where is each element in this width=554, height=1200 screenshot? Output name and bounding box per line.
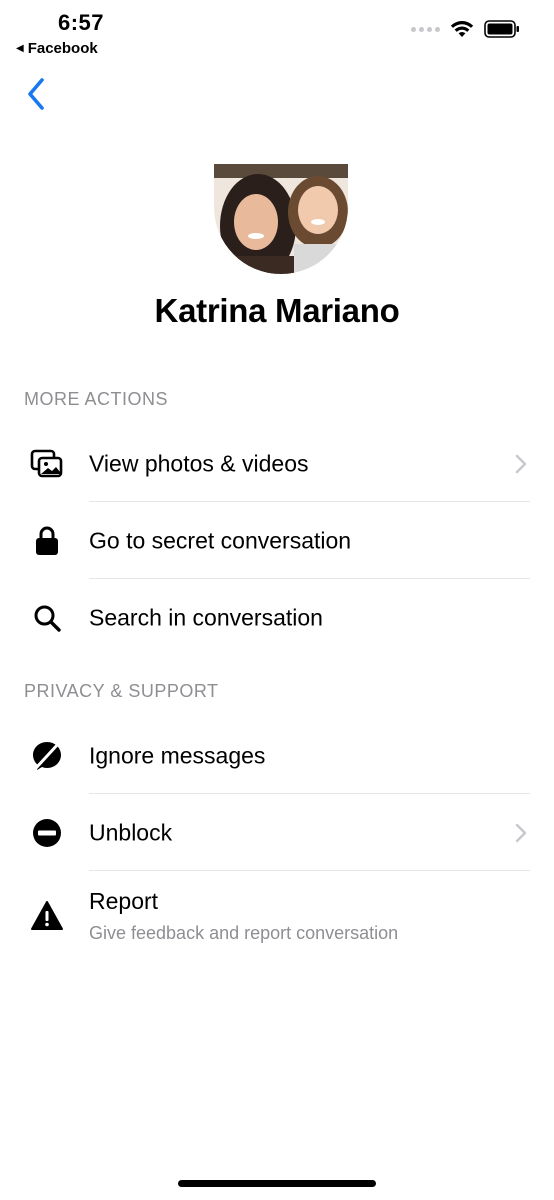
divider <box>89 501 530 502</box>
lock-icon <box>30 524 64 558</box>
chevron-left-icon <box>28 78 44 110</box>
section-header-privacy-support: PRIVACY & SUPPORT <box>24 681 219 701</box>
back-app-label: Facebook <box>27 40 98 57</box>
secret-conversation-label: Go to secret conversation <box>89 527 352 554</box>
secret-conversation-row[interactable]: Go to secret conversation <box>0 503 554 579</box>
report-label: Report <box>89 888 159 914</box>
divider <box>89 870 530 871</box>
ignore-icon <box>30 739 64 773</box>
back-button[interactable] <box>24 74 54 114</box>
search-conversation-row[interactable]: Search in conversation <box>0 580 554 656</box>
search-conversation-label: Search in conversation <box>89 604 323 631</box>
divider <box>89 793 530 794</box>
back-triangle-icon: ◀ <box>16 43 24 54</box>
section-header-more-actions: MORE ACTIONS <box>24 389 169 409</box>
view-photos-videos-label: View photos & videos <box>89 450 309 477</box>
status-icons <box>411 20 520 38</box>
home-indicator[interactable] <box>178 1180 376 1187</box>
search-icon <box>30 601 64 635</box>
warning-icon <box>30 899 64 933</box>
view-photos-videos-row[interactable]: View photos & videos <box>0 426 554 502</box>
report-sublabel: Give feedback and report conversation <box>89 923 399 943</box>
ignore-messages-label: Ignore messages <box>89 742 266 769</box>
unblock-label: Unblock <box>89 819 173 846</box>
back-to-app-link[interactable]: ◀ Facebook <box>16 40 98 57</box>
divider <box>89 578 530 579</box>
battery-icon <box>484 20 519 38</box>
photos-icon <box>30 447 64 481</box>
status-time: 6:57 <box>58 10 105 35</box>
report-row[interactable]: Report Give feedback and report conversa… <box>0 872 554 960</box>
chevron-right-icon <box>515 823 527 843</box>
cellular-signal-icon <box>411 26 440 32</box>
chevron-right-icon <box>515 454 527 474</box>
ignore-messages-row[interactable]: Ignore messages <box>0 718 554 794</box>
status-bar: 6:57 ◀ Facebook <box>0 0 554 64</box>
avatar <box>214 164 348 274</box>
profile-name: Katrina Mariano <box>154 292 400 329</box>
wifi-icon <box>450 21 474 37</box>
unblock-icon <box>30 816 64 850</box>
unblock-row[interactable]: Unblock <box>0 795 554 871</box>
